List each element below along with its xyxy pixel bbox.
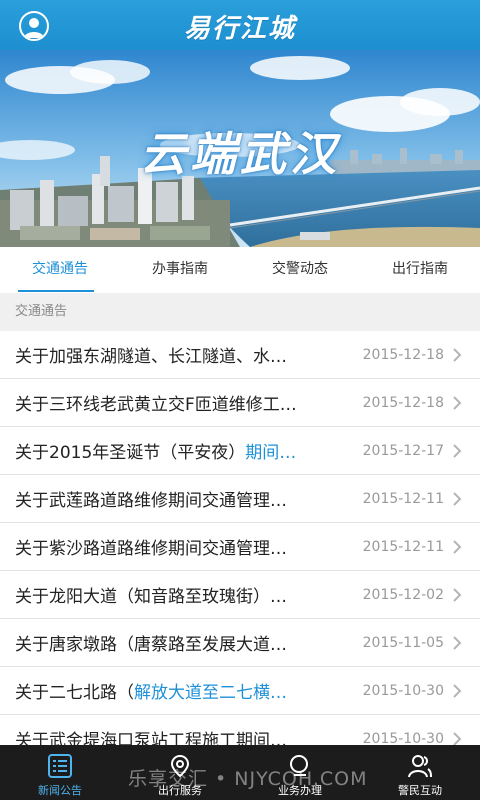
section-header: 交通通告 <box>0 293 480 331</box>
chevron-right-icon <box>453 540 462 554</box>
chevron-right-icon <box>453 444 462 458</box>
chevron-right-icon <box>453 732 462 745</box>
nav-interaction[interactable]: 警民互动 <box>360 745 480 800</box>
chevron-right-icon <box>453 492 462 506</box>
tab-service-guide[interactable]: 办事指南 <box>120 247 240 293</box>
notice-title: 关于龙阳大道（知音路至玫瑰街）… <box>15 587 287 607</box>
notice-title: 关于紫沙路道路维修期间交通管理… <box>15 539 287 559</box>
notice-date: 2015-10-30 <box>362 730 444 746</box>
banner-headline: 云端武汉 <box>140 127 340 181</box>
chevron-right-icon <box>453 588 462 602</box>
list-item[interactable]: 关于加强东湖隧道、长江隧道、水… 2015-12-18 <box>0 331 480 379</box>
notice-date: 2015-12-18 <box>362 394 444 411</box>
nav-interaction-label: 警民互动 <box>398 784 442 797</box>
notice-date: 2015-10-30 <box>362 682 444 699</box>
notice-title: 关于武金堤海口泵站工程施工期间… <box>15 731 287 745</box>
list-item[interactable]: 关于龙阳大道（知音路至玫瑰街）… 2015-12-02 <box>0 571 480 619</box>
list-item[interactable]: 关于武金堤海口泵站工程施工期间… 2015-10-30 <box>0 715 480 745</box>
nav-news-label: 新闻公告 <box>38 784 82 797</box>
app-title: 易行江城 <box>183 14 296 44</box>
notice-title: 关于武莲路道路维修期间交通管理… <box>15 491 287 511</box>
nav-business-label: 业务办理 <box>278 784 322 797</box>
chevron-right-icon <box>453 396 462 410</box>
tab-traffic-notice[interactable]: 交通通告 <box>0 247 120 293</box>
list-item[interactable]: 关于唐家墩路（唐蔡路至发展大道… 2015-11-05 <box>0 619 480 667</box>
notice-list: 关于加强东湖隧道、长江隧道、水… 2015-12-18 关于三环线老武黄立交F匝… <box>0 331 480 745</box>
people-icon <box>408 755 432 778</box>
chevron-right-icon <box>453 684 462 698</box>
notice-date: 2015-12-11 <box>362 490 444 507</box>
notice-title-highlight: 期间… <box>245 443 297 463</box>
nav-travel[interactable]: 出行服务 <box>120 745 240 800</box>
list-item[interactable]: 关于武莲路道路维修期间交通管理… 2015-12-11 <box>0 475 480 523</box>
notice-title: 关于唐家墩路（唐蔡路至发展大道… <box>15 635 287 655</box>
notice-title-text: 关于2015年圣诞节（平安夜） <box>15 443 246 463</box>
notice-title: 关于2015年圣诞节（平安夜）期间… <box>15 438 327 463</box>
notice-date: 2015-12-11 <box>362 538 444 555</box>
list-item[interactable]: 关于紫沙路道路维修期间交通管理… 2015-12-11 <box>0 523 480 571</box>
list-item[interactable]: 关于二七北路（解放大道至二七横… 2015-10-30 <box>0 667 480 715</box>
notice-title: 关于加强东湖隧道、长江隧道、水… <box>15 347 287 367</box>
notice-title-highlight: 解放大道至二七横… <box>134 683 287 703</box>
banner-image[interactable]: 云端武汉 <box>0 50 480 247</box>
chevron-right-icon <box>453 348 462 362</box>
nav-news[interactable]: 新闻公告 <box>0 745 120 800</box>
nav-travel-label: 出行服务 <box>158 784 202 797</box>
tab-travel-guide[interactable]: 出行指南 <box>360 247 480 293</box>
notice-date: 2015-12-02 <box>362 586 444 603</box>
map-pin-icon <box>170 754 190 778</box>
magnifier-icon <box>290 755 308 776</box>
list-item[interactable]: 关于2015年圣诞节（平安夜）期间… 2015-12-17 <box>0 427 480 475</box>
notice-date: 2015-11-05 <box>362 634 444 651</box>
notice-title: 关于三环线老武黄立交F匝道维修工… <box>15 395 297 415</box>
notice-date: 2015-12-17 <box>362 442 444 459</box>
nav-business[interactable]: 业务办理 <box>240 745 360 800</box>
app-screen: 易行江城 云端武汉 交通通告 办事指南 交警动态 出行指南 交通通告 关于加强东… <box>0 0 480 800</box>
notice-title: 关于二七北路（解放大道至二七横… <box>15 678 327 703</box>
notice-title-text: 关于二七北路（ <box>15 683 134 703</box>
list-item[interactable]: 关于三环线老武黄立交F匝道维修工… 2015-12-18 <box>0 379 480 427</box>
bottom-navigation: 新闻公告 出行服务 业务办理 警民互动 <box>0 745 480 800</box>
chevron-right-icon <box>453 636 462 650</box>
news-list-icon <box>48 754 72 778</box>
notice-date: 2015-12-18 <box>362 346 444 363</box>
tab-police-news[interactable]: 交警动态 <box>240 247 360 293</box>
category-tabs: 交通通告 办事指南 交警动态 出行指南 <box>0 247 480 293</box>
header-bar: 易行江城 <box>0 0 480 50</box>
